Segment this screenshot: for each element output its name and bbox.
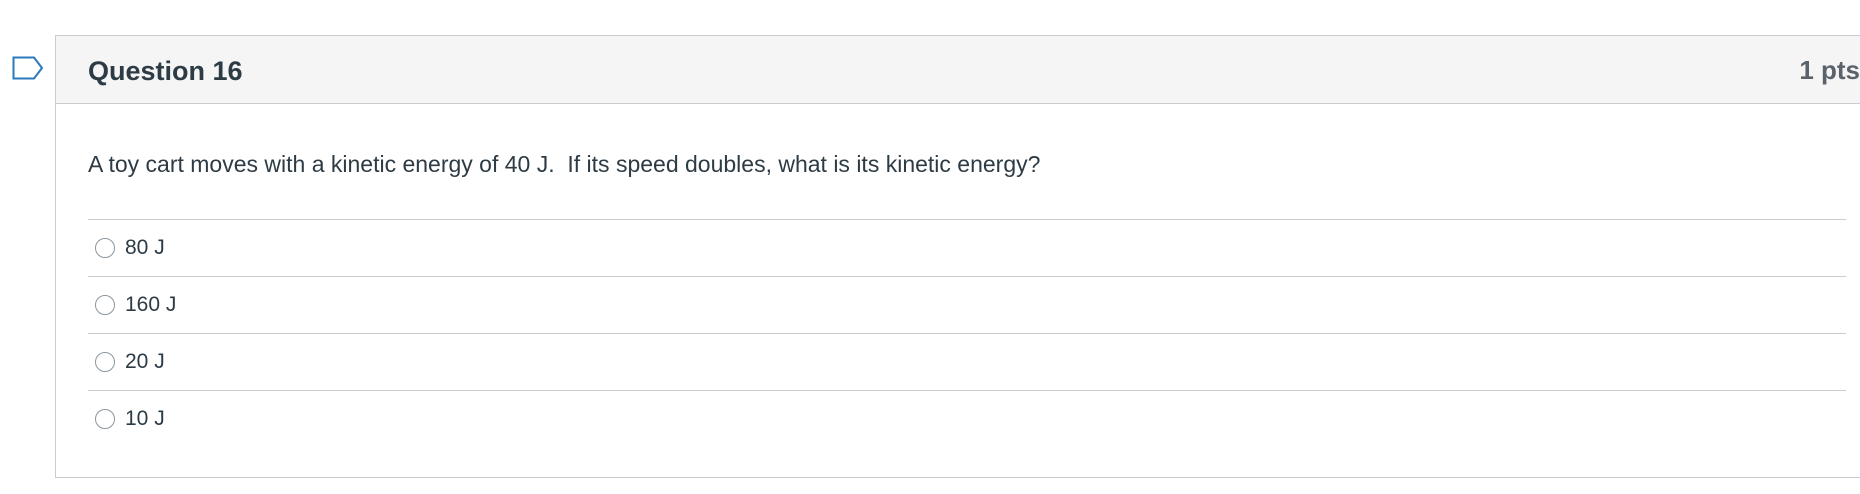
answer-option[interactable]: 160 J bbox=[88, 276, 1846, 333]
question-text: A toy cart moves with a kinetic energy o… bbox=[88, 151, 1041, 177]
question-header: Question 16 1 pts bbox=[56, 36, 1860, 104]
question-points: 1 pts bbox=[1799, 55, 1860, 85]
answer-option[interactable]: 10 J bbox=[88, 390, 1846, 447]
radio-button[interactable] bbox=[95, 238, 115, 258]
radio-button[interactable] bbox=[95, 295, 115, 315]
answer-option[interactable]: 80 J bbox=[88, 219, 1846, 276]
radio-button[interactable] bbox=[95, 352, 115, 372]
flag-icon[interactable] bbox=[12, 56, 44, 80]
answer-option[interactable]: 20 J bbox=[88, 333, 1846, 390]
answer-label[interactable]: 20 J bbox=[125, 348, 165, 376]
answer-label[interactable]: 160 J bbox=[125, 291, 176, 319]
quiz-page: Question 16 1 pts A toy cart moves with … bbox=[0, 0, 1860, 494]
radio-button[interactable] bbox=[95, 409, 115, 429]
answer-label[interactable]: 10 J bbox=[125, 405, 165, 433]
question-card: Question 16 1 pts A toy cart moves with … bbox=[55, 35, 1860, 478]
question-title: Question 16 bbox=[88, 56, 243, 86]
answer-label[interactable]: 80 J bbox=[125, 234, 165, 262]
answer-list: 80 J 160 J 20 J 10 J bbox=[88, 219, 1846, 447]
